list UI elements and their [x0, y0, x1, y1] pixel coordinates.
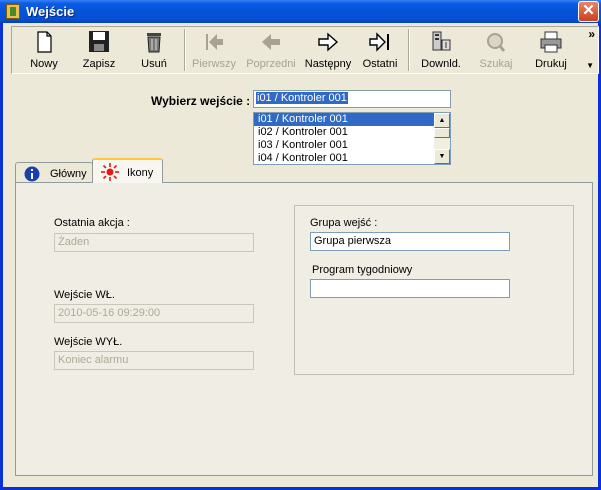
previous-button[interactable]: Poprzedni — [244, 27, 298, 73]
toolbar-overflow-chevron[interactable]: » — [588, 27, 595, 41]
input-listbox[interactable]: i01 / Kontroler 001 i02 / Kontroler 001 … — [253, 112, 451, 165]
close-button[interactable]: ✕ — [578, 1, 599, 22]
input-on-field: 2010-05-16 09:29:00 — [54, 304, 254, 323]
info-icon — [24, 166, 40, 182]
first-record-icon — [206, 34, 223, 50]
printer-icon — [540, 31, 562, 53]
print-button[interactable]: Drukuj — [524, 27, 578, 73]
tab-icons[interactable]: Ikony — [92, 158, 163, 183]
list-item[interactable]: i01 / Kontroler 001 — [254, 113, 434, 126]
search-button-label: Szukaj — [479, 58, 513, 70]
input-select-field[interactable]: i01 / Kontroler 001 — [253, 90, 451, 108]
listbox-scrollbar[interactable]: ▲ ▼ — [434, 113, 450, 164]
next-button[interactable]: Następny — [302, 27, 354, 73]
toolbar-separator — [184, 29, 186, 71]
next-record-icon — [318, 32, 339, 52]
tab-panel: Ostatnia akcja : Żaden Wejście WŁ. 2010-… — [15, 182, 593, 476]
toolbar-menu-arrow[interactable]: ▼ — [586, 61, 594, 70]
list-item[interactable]: i02 / Kontroler 001 — [254, 126, 434, 139]
previous-button-label: Poprzedni — [246, 58, 296, 70]
download-button-label: Downld. — [421, 58, 461, 70]
window-title: Wejście — [26, 4, 75, 19]
input-select-label: Wybierz wejście : — [151, 94, 251, 108]
new-document-icon — [37, 31, 52, 53]
last-button[interactable]: Ostatni — [358, 27, 402, 73]
input-off-field: Koniec alarmu — [54, 351, 254, 370]
tab-main-label: Główny — [50, 168, 87, 180]
title-bar: Wejście ✕ — [0, 0, 601, 23]
save-button-label: Zapisz — [82, 58, 116, 70]
floppy-disk-icon — [89, 31, 109, 52]
list-item[interactable]: i04 / Kontroler 001 — [254, 152, 434, 164]
scroll-up-button[interactable]: ▲ — [434, 113, 450, 128]
input-on-label: Wejście WŁ. — [54, 289, 115, 301]
download-button[interactable]: Downld. — [416, 27, 466, 73]
scroll-down-button[interactable]: ▼ — [434, 149, 450, 164]
app-icon — [6, 4, 20, 19]
first-button-label: Pierwszy — [191, 58, 236, 70]
trash-bin-icon — [147, 33, 161, 53]
new-button[interactable]: Nowy — [22, 27, 66, 73]
download-icon — [432, 31, 451, 51]
last-button-label: Ostatni — [362, 58, 398, 70]
search-button[interactable]: Szukaj — [474, 27, 518, 73]
alarm-light-icon — [101, 163, 119, 181]
last-action-label: Ostatnia akcja : — [54, 217, 130, 229]
tab-icons-label: Ikony — [127, 167, 154, 179]
previous-record-icon — [262, 34, 280, 50]
input-select-value: i01 / Kontroler 001 — [256, 92, 348, 104]
search-icon — [487, 33, 506, 52]
last-record-icon — [369, 32, 389, 52]
toolbar-separator — [408, 29, 410, 71]
weekly-program-field[interactable] — [310, 279, 510, 298]
input-off-label: Wejście WYŁ. — [54, 336, 123, 348]
weekly-program-label: Program tygodniowy — [312, 264, 413, 276]
window: Wejście ✕ Nowy Zapisz Usuń Pierwszy Popr… — [0, 0, 601, 490]
scroll-thumb[interactable] — [434, 128, 450, 138]
last-action-field: Żaden — [54, 233, 254, 252]
input-group-label: Grupa wejść : — [310, 217, 378, 229]
tab-main[interactable]: Główny — [15, 162, 93, 182]
toolbar: Nowy Zapisz Usuń Pierwszy Poprzedni Nast… — [11, 26, 599, 74]
new-button-label: Nowy — [30, 58, 58, 70]
input-group-field[interactable]: Grupa pierwsza — [310, 232, 510, 251]
list-item[interactable]: i03 / Kontroler 001 — [254, 139, 434, 152]
delete-button[interactable]: Usuń — [132, 27, 176, 73]
next-button-label: Następny — [304, 58, 352, 70]
save-button[interactable]: Zapisz — [74, 27, 124, 73]
print-button-label: Drukuj — [535, 58, 567, 70]
delete-button-label: Usuń — [141, 58, 167, 70]
first-button[interactable]: Pierwszy — [190, 27, 238, 73]
